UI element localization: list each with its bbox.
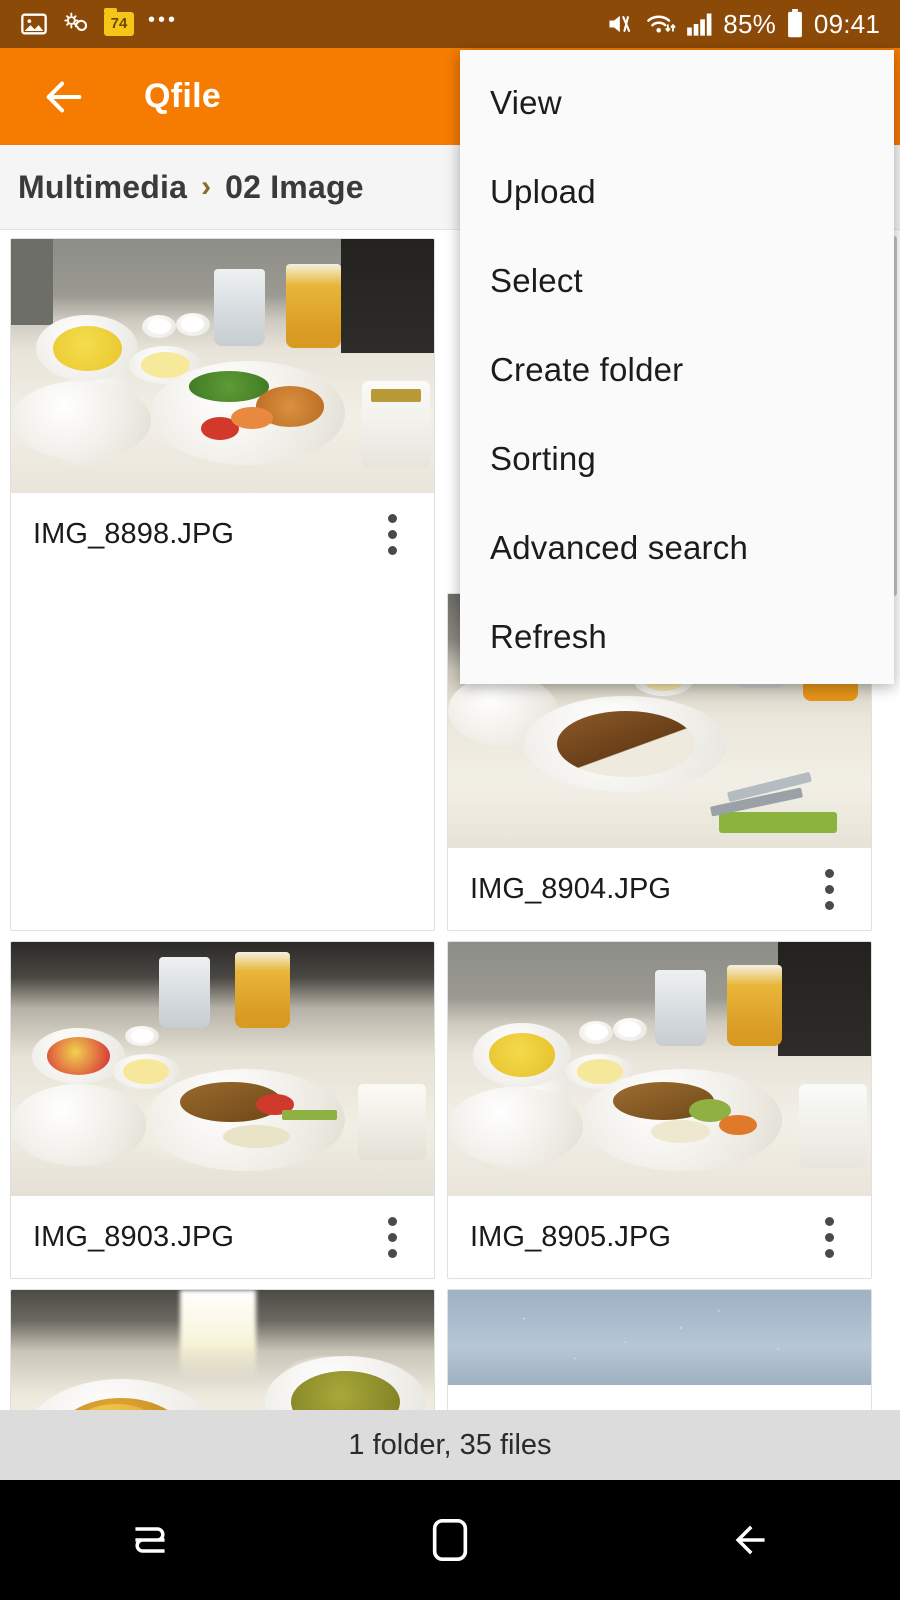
more-vertical-icon[interactable] [809, 1209, 849, 1265]
file-thumbnail[interactable] [448, 1290, 871, 1385]
arrow-left-icon [46, 81, 82, 112]
clock-label: 09:41 [813, 8, 880, 39]
system-status-bar: 74 ••• 85% 09:41 [0, 0, 900, 48]
chevron-right-icon: › [201, 170, 212, 203]
more-vertical-icon[interactable] [372, 1209, 412, 1265]
wifi-icon [647, 15, 676, 33]
home-icon [432, 1519, 468, 1561]
file-tile[interactable]: IMG_8898.JPG [10, 238, 435, 931]
file-name-label: IMG_8898.JPG [33, 517, 235, 550]
mute-vibrate-icon [609, 15, 631, 33]
file-tile-footer: IMG_8905.JPG [448, 1196, 871, 1278]
navigate-back-button[interactable] [36, 69, 92, 125]
recents-icon [135, 1527, 165, 1553]
file-tile[interactable]: IMG_8907.JPG [10, 1289, 435, 1410]
home-button[interactable] [390, 1480, 510, 1600]
file-name-label: IMG_8904.JPG [470, 872, 672, 905]
status-bar-right-icons: 85% 09:41 [606, 9, 880, 40]
breadcrumb-item-current[interactable]: 02 Image [225, 169, 364, 206]
file-tile[interactable] [447, 1289, 872, 1410]
file-tile-footer: IMG_8898.JPG [11, 493, 434, 575]
file-tile[interactable]: IMG_8905.JPG [447, 941, 872, 1279]
file-thumbnail[interactable] [11, 942, 434, 1196]
folder-status-bar: 1 folder, 35 files [0, 1410, 900, 1480]
back-button[interactable] [690, 1480, 810, 1600]
more-vertical-icon[interactable] [809, 861, 849, 917]
weather-icon [64, 12, 88, 32]
file-thumbnail[interactable] [448, 942, 871, 1196]
menu-item-select[interactable]: Select [460, 236, 894, 325]
photo-icon [21, 13, 47, 35]
more-vertical-icon[interactable] [372, 506, 412, 562]
file-thumbnail[interactable] [11, 239, 434, 493]
file-tile-footer: IMG_8903.JPG [11, 1196, 434, 1278]
menu-item-advanced-search[interactable]: Advanced search [460, 503, 894, 592]
more-icon: ••• [148, 9, 179, 31]
recents-button[interactable] [90, 1480, 210, 1600]
page-title: Qfile [144, 77, 222, 115]
file-tile[interactable]: IMG_8903.JPG [10, 941, 435, 1279]
battery-percent-label: 85% [723, 8, 776, 39]
menu-item-refresh[interactable]: Refresh [460, 592, 894, 681]
breadcrumb-item-root[interactable]: Multimedia [18, 169, 187, 206]
back-icon [735, 1525, 765, 1555]
file-tile-footer: IMG_8904.JPG [448, 848, 871, 930]
menu-item-sorting[interactable]: Sorting [460, 414, 894, 503]
battery-icon [787, 9, 802, 38]
file-name-label: IMG_8905.JPG [470, 1220, 672, 1253]
folder-status-label: 1 folder, 35 files [348, 1428, 552, 1461]
signal-bars-icon [687, 13, 712, 36]
menu-item-view[interactable]: View [460, 58, 894, 147]
calendar-badge-icon: 74 [104, 8, 134, 36]
file-thumbnail[interactable] [11, 1290, 434, 1410]
menu-item-upload[interactable]: Upload [460, 147, 894, 236]
overflow-menu[interactable]: View Upload Select Create folder Sorting… [460, 50, 894, 684]
menu-item-create-folder[interactable]: Create folder [460, 325, 894, 414]
system-navigation-bar [0, 1480, 900, 1600]
file-name-label: IMG_8903.JPG [33, 1220, 235, 1253]
status-bar-left-icons: 74 ••• [20, 8, 179, 38]
